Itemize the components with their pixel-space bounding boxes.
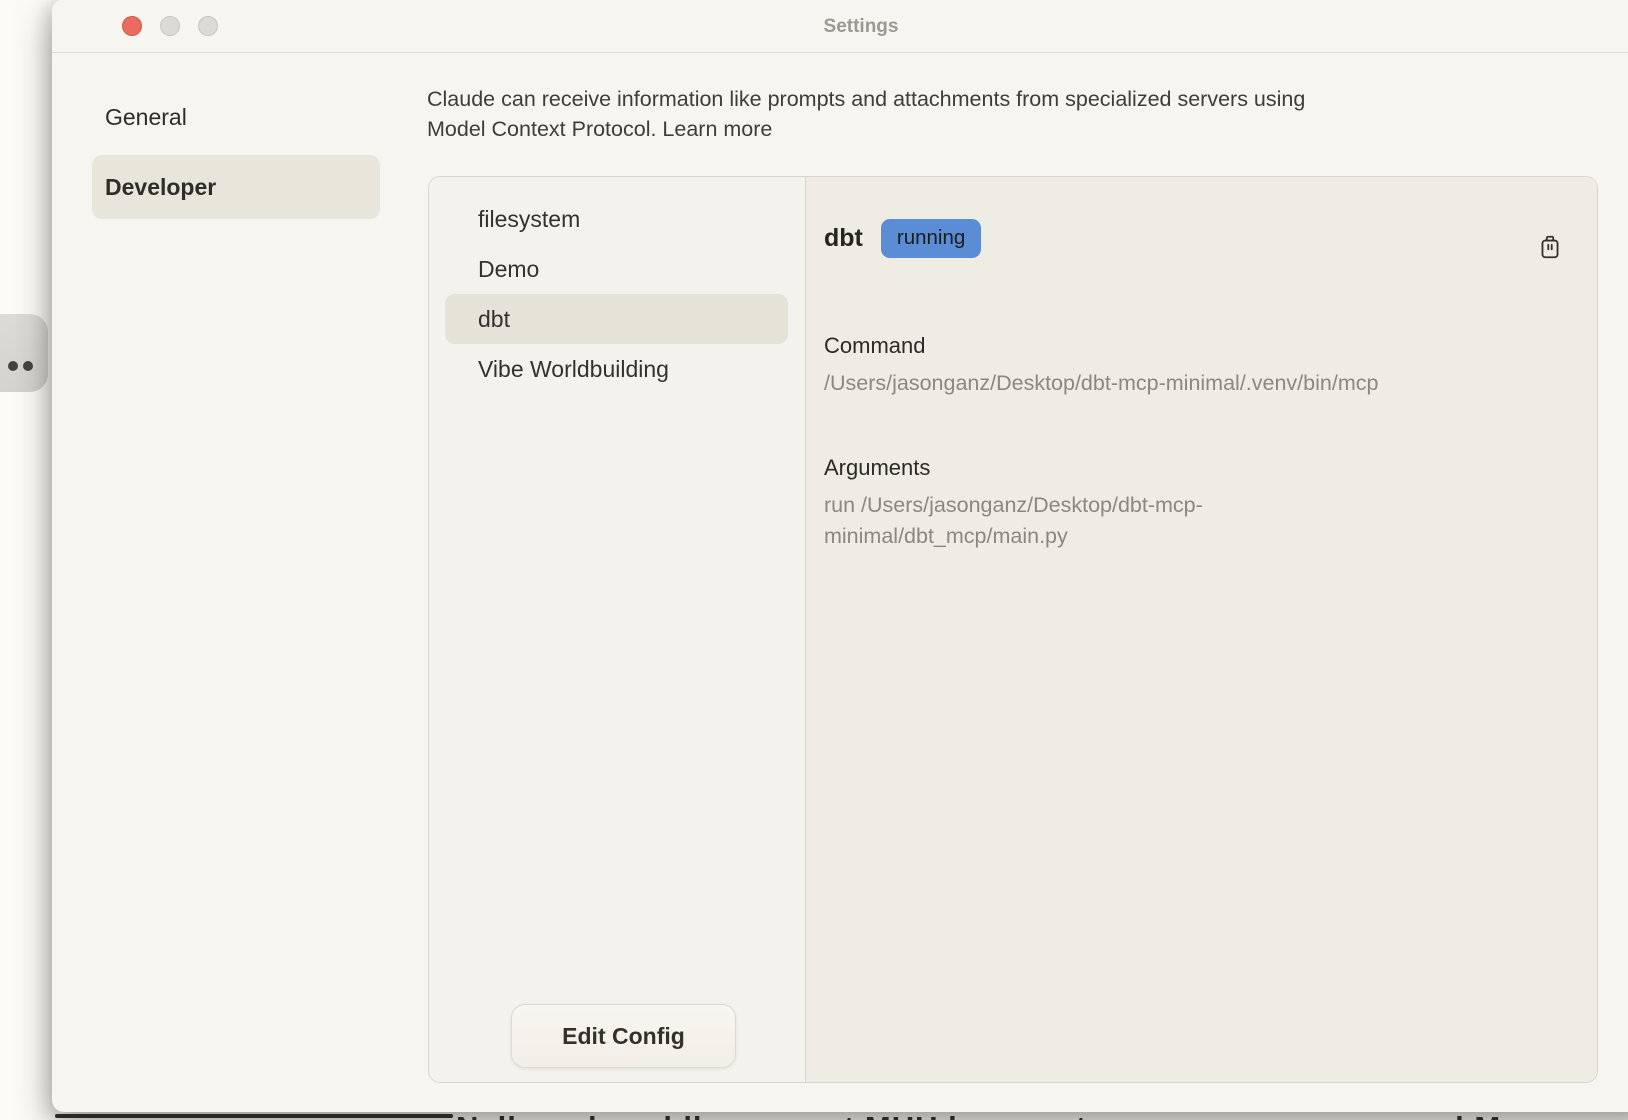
arguments-label: Arguments: [824, 455, 1561, 481]
background-app-strip: [0, 0, 53, 1120]
server-list: filesystem Demo dbt Vibe Worldbuilding E…: [429, 177, 806, 1082]
server-list-item-vibe-worldbuilding[interactable]: Vibe Worldbuilding: [445, 344, 788, 394]
arguments-line-2: minimal/dbt_mcp/main.py: [824, 524, 1068, 548]
description-line-1: Claude can receive information like prom…: [427, 87, 1305, 111]
clipped-background-text: Nellswe bwoddbwrame et MUU bse ewetew we…: [0, 1112, 1628, 1120]
description-line-2: Model Context Protocol.: [427, 117, 662, 141]
clipped-text-bar: [55, 1114, 453, 1118]
server-list-item-filesystem[interactable]: filesystem: [445, 194, 788, 244]
learn-more-link[interactable]: Learn more: [662, 117, 772, 141]
mcp-servers-panel: filesystem Demo dbt Vibe Worldbuilding E…: [428, 176, 1598, 1083]
screen: Nellswe bwoddbwrame et MUU bse ewetew we…: [0, 0, 1628, 1120]
titlebar: Settings: [52, 0, 1628, 53]
ellipsis-icon: [8, 361, 18, 371]
ellipsis-icon: [23, 361, 33, 371]
status-badge: running: [881, 219, 981, 258]
window-title: Settings: [52, 0, 1628, 53]
command-value: /Users/jasonganz/Desktop/dbt-mcp-minimal…: [824, 368, 1561, 399]
clipped-text-fragment: Nellswe bwoddbwrame et MUU bse ewetew we…: [456, 1112, 1606, 1120]
edit-config-button[interactable]: Edit Config: [511, 1004, 736, 1068]
server-detail-header: dbt running: [824, 217, 1561, 259]
delete-server-button[interactable]: [1537, 233, 1563, 261]
server-detail: dbt running Command /Users/jasonganz/D: [806, 177, 1597, 1082]
mcp-description: Claude can receive information like prom…: [427, 84, 1512, 144]
sidebar-item-general[interactable]: General: [105, 104, 187, 131]
collapsed-sidebar-tab[interactable]: [0, 314, 48, 392]
server-name: dbt: [824, 224, 863, 253]
server-list-item-demo[interactable]: Demo: [445, 244, 788, 294]
command-label: Command: [824, 333, 1561, 359]
sidebar-item-developer[interactable]: Developer: [92, 155, 380, 219]
settings-window: Settings General Developer Claude can re…: [52, 0, 1628, 1112]
server-list-item-dbt[interactable]: dbt: [445, 294, 788, 344]
arguments-value: run /Users/jasonganz/Desktop/dbt-mcp-min…: [824, 490, 1561, 552]
arguments-line-1: run /Users/jasonganz/Desktop/dbt-mcp-: [824, 493, 1203, 517]
trash-icon: [1537, 249, 1563, 264]
